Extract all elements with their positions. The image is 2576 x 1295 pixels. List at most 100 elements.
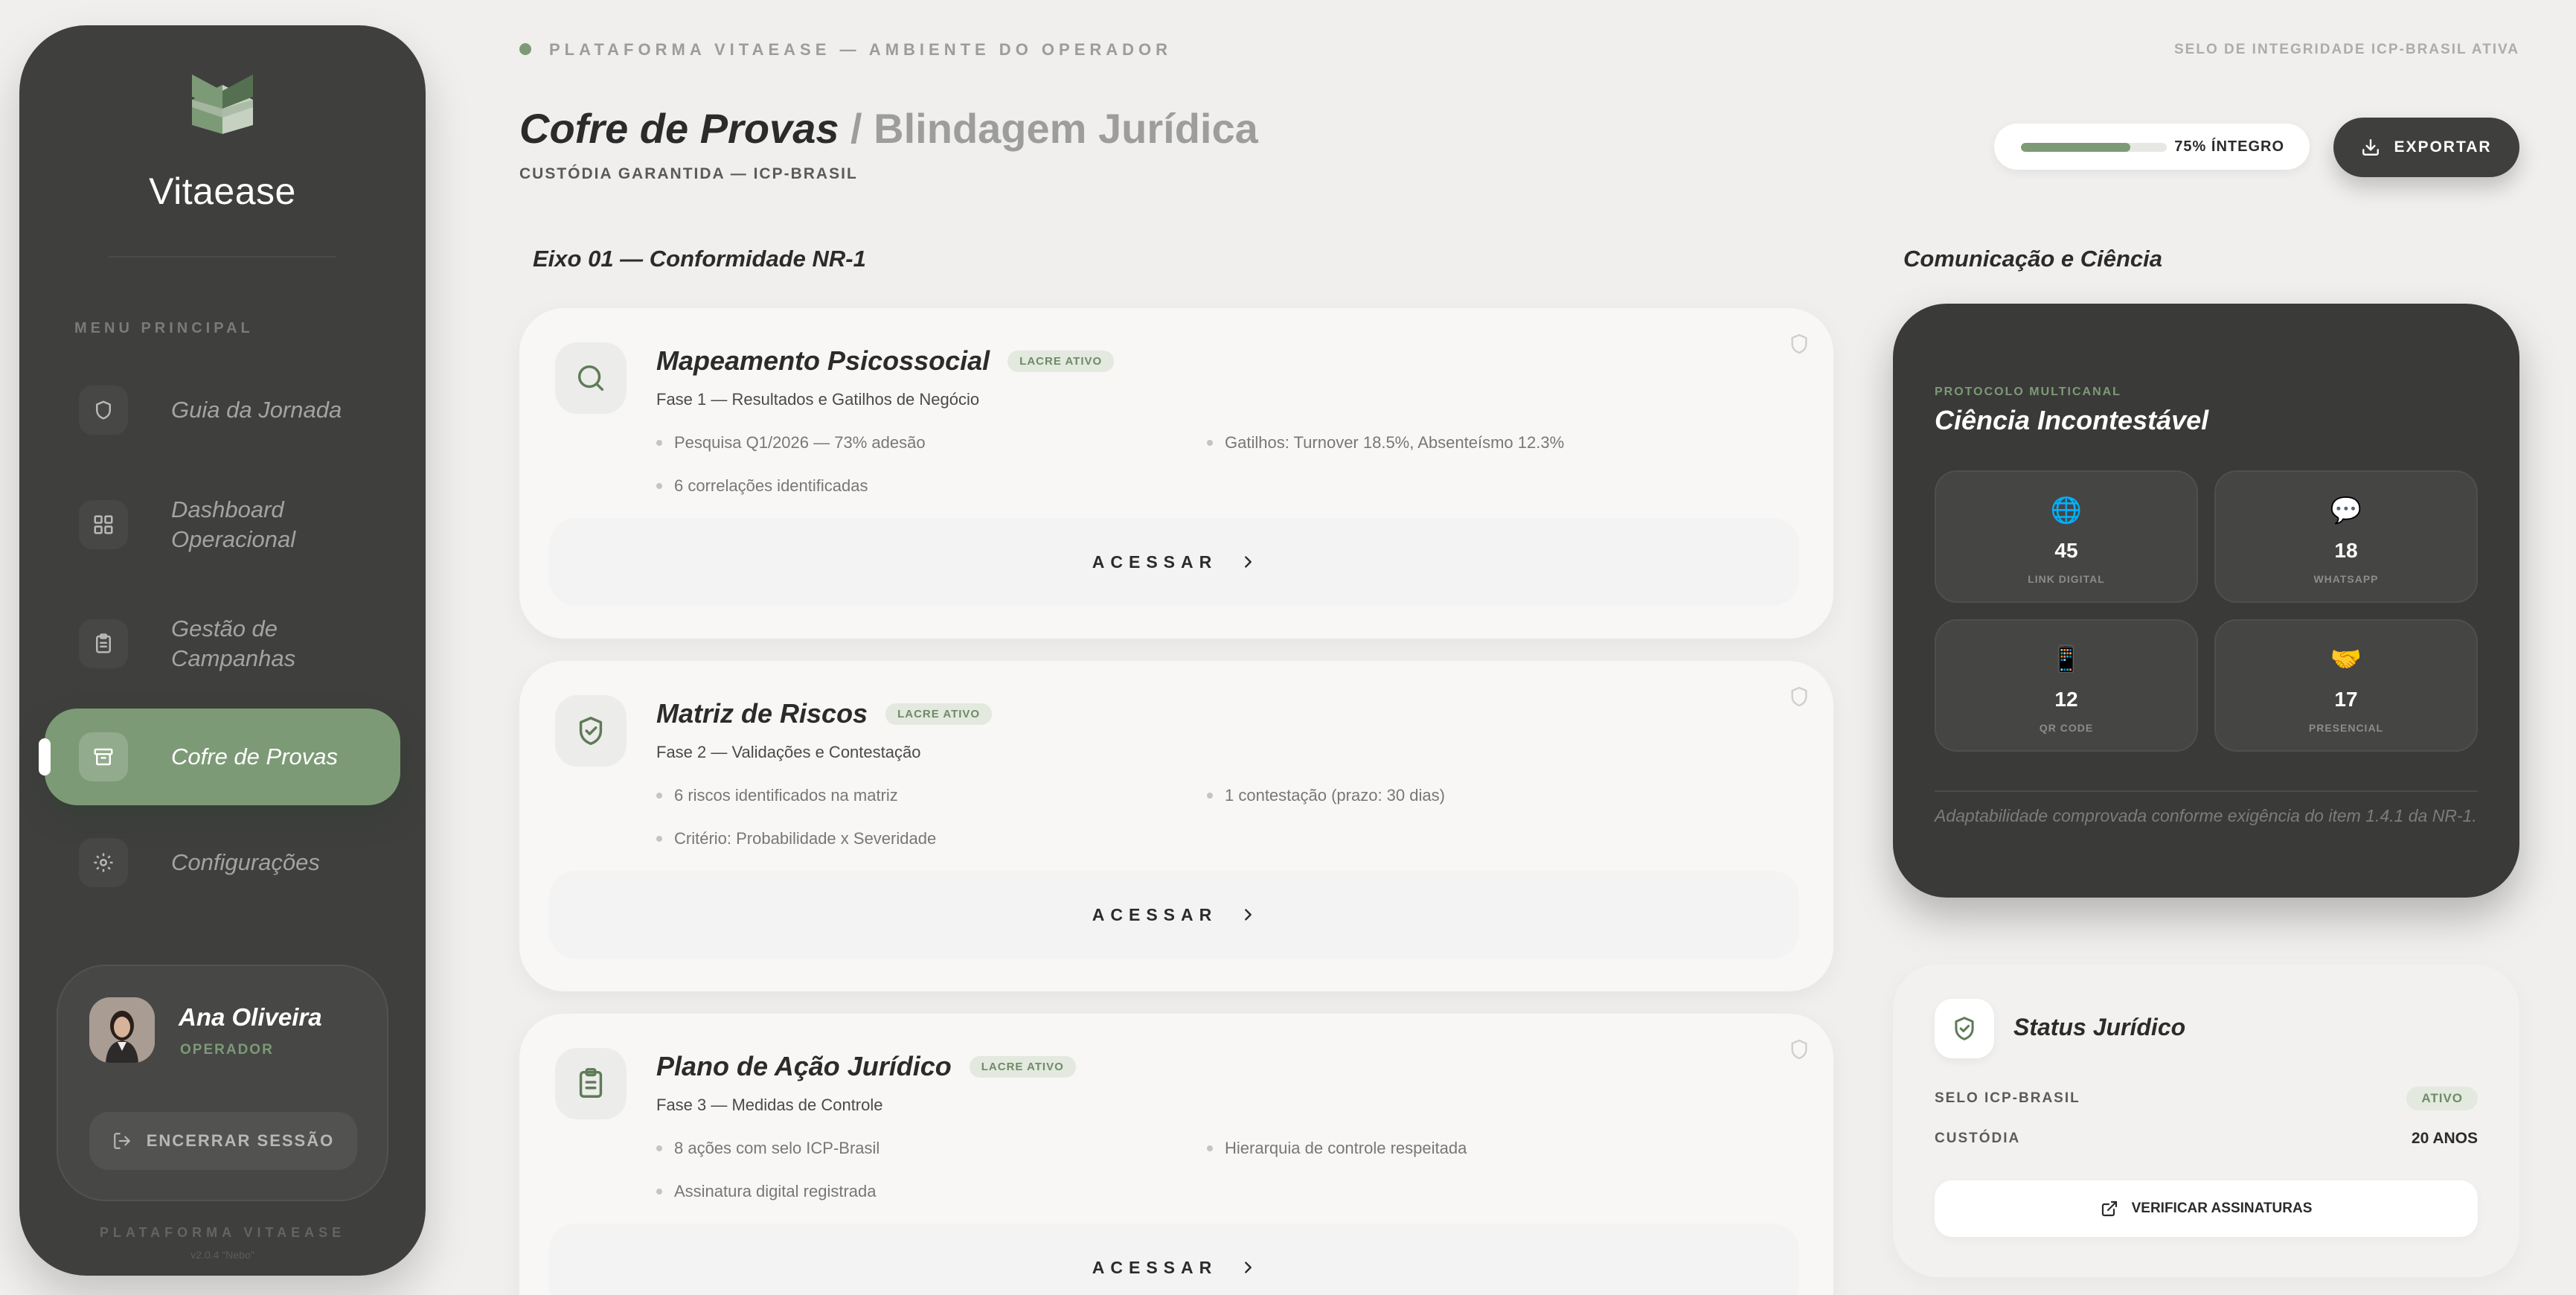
access-label: ACESSAR [1092, 1257, 1218, 1277]
menu-heading: MENU PRINCIPAL [74, 320, 254, 336]
card-title: Mapeamento Psicossocial LACRE ATIVO [656, 345, 1115, 377]
cube-logo-icon [192, 74, 253, 134]
clipboard-icon [79, 619, 128, 668]
app-version: v2.0.4 "Nebo" [190, 1249, 254, 1261]
archive-icon [79, 732, 128, 781]
globe-icon: 🌐 [2050, 496, 2083, 525]
brand-logo [19, 74, 426, 134]
axis-title: Eixo 01 — Conformidade NR-1 [533, 246, 866, 272]
card-title-text: Mapeamento Psicossocial [656, 345, 990, 376]
sidebar-item-cofre-de-provas[interactable]: Cofre de Provas [39, 709, 400, 805]
verify-signatures-button[interactable]: VERIFICAR ASSINATURAS [1935, 1180, 2478, 1237]
access-button[interactable]: ACESSAR [549, 1224, 1799, 1295]
list-item: 8 ações com selo ICP-Brasil [656, 1139, 1207, 1158]
shield-outline-icon [1787, 1037, 1811, 1065]
protocol-label: PROTOCOLO MULTICANAL [1935, 386, 2121, 398]
card-title-text: Matriz de Riscos [656, 698, 868, 729]
integrity-progress-fill [2021, 143, 2130, 152]
sidebar-item-label: Dashboard Operacional [171, 496, 296, 552]
sidebar-divider [109, 256, 336, 258]
channel-count: 45 [2054, 539, 2078, 562]
sidebar: Vitaease MENU PRINCIPAL Guia da Jornada … [19, 25, 426, 1276]
access-label: ACESSAR [1092, 551, 1218, 572]
channel-count: 17 [2334, 688, 2358, 711]
access-button[interactable]: ACESSAR [549, 871, 1799, 959]
seal-badge: LACRE ATIVO [1007, 350, 1115, 372]
logout-button[interactable]: ENCERRAR SESSÃO [89, 1112, 357, 1170]
external-link-icon [2101, 1200, 2117, 1217]
export-label: EXPORTAR [2394, 138, 2492, 156]
card-title: Matriz de Riscos LACRE ATIVO [656, 698, 993, 729]
card-phase: Fase 2 — Validações e Contestação [656, 743, 921, 761]
avatar[interactable] [89, 997, 155, 1063]
panel-divider [1935, 790, 2478, 792]
status-value: 20 ANOS [2411, 1130, 2478, 1147]
seal-badge: LACRE ATIVO [969, 1055, 1076, 1078]
list-item: 6 riscos identificados na matriz [656, 786, 1207, 805]
sidebar-item-label: Cofre de Provas [171, 744, 338, 770]
list-item: 6 correlações identificadas [656, 476, 1207, 496]
channel-label: QR CODE [2039, 722, 2094, 734]
channel-whatsapp[interactable]: 💬 18 WHATSAPP [2214, 470, 2478, 603]
chevron-right-icon [1245, 1262, 1252, 1273]
legal-status-panel: Status Jurídico SELO ICP-BRASIL ATIVO CU… [1893, 965, 2519, 1277]
sidebar-item-guia-da-jornada[interactable]: Guia da Jornada [45, 362, 400, 458]
search-icon [555, 342, 627, 414]
handshake-icon: 🤝 [2330, 645, 2362, 674]
status-key: SELO ICP-BRASIL [1935, 1090, 2080, 1106]
access-label: ACESSAR [1092, 904, 1218, 924]
list-item: Hierarquia de controle respeitada [1207, 1139, 1758, 1158]
shield-check-icon [1935, 999, 1994, 1058]
logout-icon [113, 1133, 130, 1149]
evidence-card-plano-de-acao: Plano de Ação Jurídico LACRE ATIVO Fase … [519, 1014, 1833, 1295]
evidence-card-matriz-de-riscos: Matriz de Riscos LACRE ATIVO Fase 2 — Va… [519, 661, 1833, 991]
list-item: Assinatura digital registrada [656, 1182, 1207, 1201]
sidebar-item-dashboard-operacional[interactable]: Dashboard Operacional [45, 476, 400, 573]
status-badge: ATIVO [2406, 1087, 2478, 1110]
channel-label: LINK DIGITAL [2028, 573, 2105, 585]
user-name: Ana Oliveira [179, 1003, 322, 1031]
integrity-progress-bar [2021, 143, 2167, 152]
status-row-selo: SELO ICP-BRASIL ATIVO [1935, 1087, 2478, 1110]
list-item: Gatilhos: Turnover 18.5%, Absenteísmo 12… [1207, 433, 1758, 453]
seal-badge: LACRE ATIVO [885, 703, 993, 725]
communication-title: Ciência Incontestável [1935, 405, 2209, 435]
export-button[interactable]: EXPORTAR [2333, 118, 2519, 177]
compliance-note: Adaptabilidade comprovada conforme exigê… [1935, 806, 2477, 825]
sidebar-item-label: Gestão de Campanhas [171, 615, 296, 671]
brand-name: Vitaease [149, 170, 296, 212]
clipboard-icon [555, 1048, 627, 1119]
verify-signatures-label: VERIFICAR ASSINATURAS [2131, 1200, 2313, 1216]
sidebar-item-configuracoes[interactable]: Configurações [45, 814, 400, 911]
sidebar-item-gestao-de-campanhas[interactable]: Gestão de Campanhas [45, 595, 400, 692]
environment-label: PLATAFORMA VITAEASE — AMBIENTE DO OPERAD… [549, 40, 1173, 59]
integrity-label: 75% ÍNTEGRO [2174, 138, 2284, 155]
user-card: Ana Oliveira OPERADOR ENCERRAR SESSÃO [57, 965, 388, 1201]
status-title: Status Jurídico [2013, 1014, 2186, 1040]
channel-label: WHATSAPP [2313, 573, 2379, 585]
communication-section-title: Comunicação e Ciência [1903, 246, 2163, 272]
communication-panel: PROTOCOLO MULTICANAL Ciência Incontestáv… [1893, 304, 2519, 898]
page-title-main: Cofre de Provas [519, 105, 839, 152]
access-button[interactable]: ACESSAR [549, 518, 1799, 606]
page-title-suffix: / Blindagem Jurídica [839, 105, 1258, 152]
sidebar-footer: PLATAFORMA VITAEASE [99, 1225, 346, 1240]
logout-label: ENCERRAR SESSÃO [146, 1131, 335, 1150]
status-dot [519, 43, 531, 55]
channel-qr-code[interactable]: 📱 12 QR CODE [1935, 619, 2198, 752]
channel-presencial[interactable]: 🤝 17 PRESENCIAL [2214, 619, 2478, 752]
status-key: CUSTÓDIA [1935, 1131, 2021, 1146]
download-icon [2362, 139, 2380, 156]
card-title-text: Plano de Ação Jurídico [656, 1051, 952, 1081]
channel-link-digital[interactable]: 🌐 45 LINK DIGITAL [1935, 470, 2198, 603]
card-bullet-list: Pesquisa Q1/2026 — 73% adesão Gatilhos: … [656, 433, 1758, 496]
card-title: Plano de Ação Jurídico LACRE ATIVO [656, 1051, 1076, 1082]
chat-bubble-icon: 💬 [2330, 496, 2362, 525]
card-bullet-list: 8 ações com selo ICP-Brasil Hierarquia d… [656, 1139, 1758, 1201]
gear-icon [79, 838, 128, 887]
phone-icon: 📱 [2050, 645, 2083, 674]
shield-outline-icon [1787, 332, 1811, 359]
chevron-right-icon [1245, 556, 1252, 568]
page-title: Cofre de Provas / Blindagem Jurídica [519, 104, 1258, 153]
card-phase: Fase 1 — Resultados e Gatilhos de Negóci… [656, 390, 980, 409]
